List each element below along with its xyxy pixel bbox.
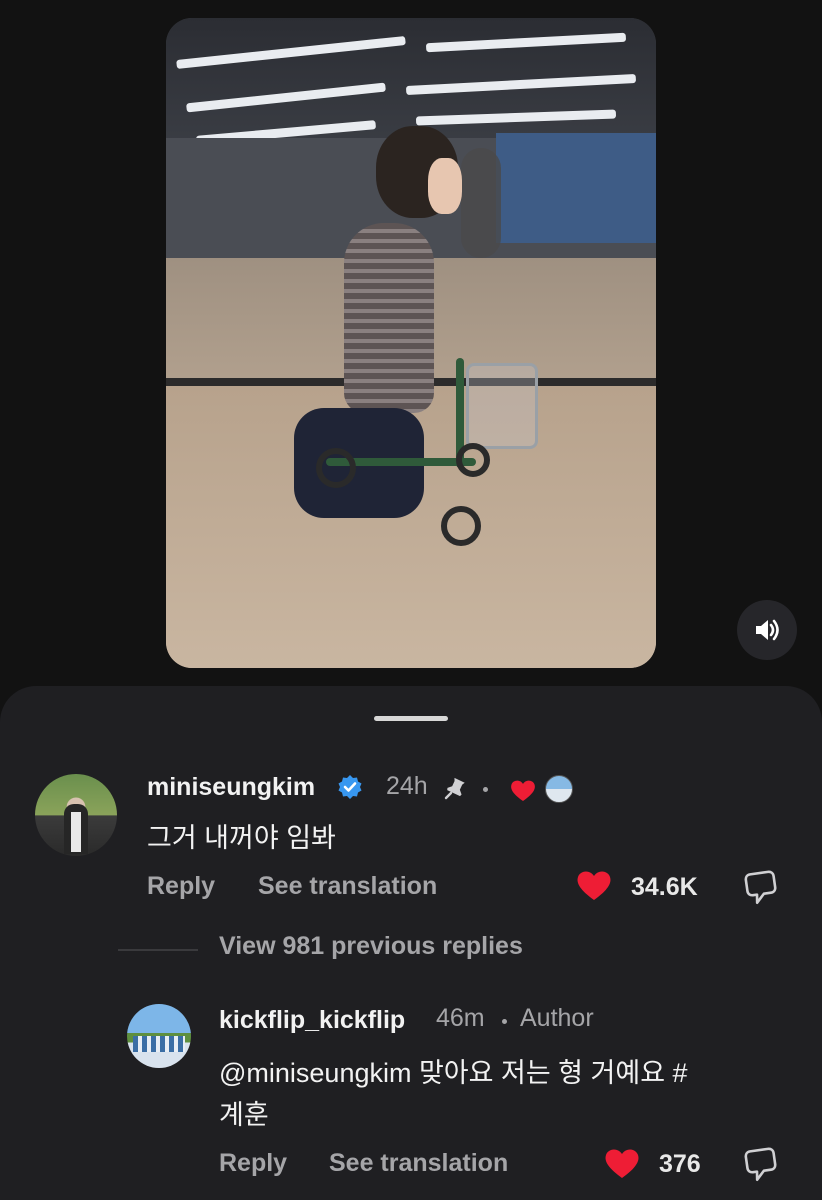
reply-username[interactable]: kickflip_kickflip [219, 1006, 405, 1035]
pin-icon [444, 777, 465, 800]
reply-icon[interactable] [744, 1146, 778, 1182]
reply-time: 46m [436, 1004, 485, 1032]
comment-text: 그거 내꺼야 임봐 [147, 823, 336, 853]
thread-line [118, 949, 198, 951]
video-player[interactable] [166, 18, 656, 668]
author-badge: Author [520, 1004, 594, 1032]
comments-sheet: miniseungkim 24h 그거 내꺼야 임봐 Reply See tra… [0, 686, 822, 1200]
verified-badge-icon [338, 775, 362, 799]
video-frame-scooter-basket [466, 363, 538, 449]
avatar-crowd [133, 1036, 185, 1052]
video-frame-background-person [461, 148, 501, 258]
video-frame-wheel [316, 448, 356, 488]
see-translation-button[interactable]: See translation [258, 872, 437, 901]
avatar[interactable] [35, 774, 117, 856]
reply-button[interactable]: Reply [219, 1149, 287, 1178]
reply-button[interactable]: Reply [147, 872, 215, 901]
heart-icon[interactable] [603, 1146, 641, 1180]
sheet-drag-handle[interactable] [374, 716, 448, 721]
reply-text-line-1: @miniseungkim 맞아요 저는 형 거예요 # [219, 1058, 688, 1088]
speaker-icon [756, 619, 779, 641]
comment-username[interactable]: miniseungkim [147, 773, 315, 802]
video-frame-person-face [428, 158, 462, 214]
creator-avatar-mini [545, 775, 573, 803]
video-frame-person-sweater [344, 223, 434, 413]
see-translation-button[interactable]: See translation [329, 1149, 508, 1178]
avatar-shirt [71, 812, 81, 852]
view-previous-replies-button[interactable]: View 981 previous replies [219, 932, 523, 961]
video-frame-wheel [456, 443, 490, 477]
separator-dot [502, 1019, 507, 1024]
video-frame-blue-wall [496, 133, 656, 243]
reply-icon[interactable] [744, 869, 778, 905]
separator-dot [483, 787, 488, 792]
creator-liked-heart-icon [511, 780, 535, 801]
like-count: 34.6K [631, 873, 698, 901]
video-frame-wheel [441, 506, 481, 546]
like-count: 376 [659, 1150, 701, 1178]
heart-icon[interactable] [575, 868, 613, 902]
reply-text-line-2: 계훈 [219, 1100, 269, 1130]
comment-time: 24h [386, 772, 428, 800]
avatar[interactable] [127, 1004, 191, 1068]
mute-toggle-button[interactable] [737, 600, 797, 660]
